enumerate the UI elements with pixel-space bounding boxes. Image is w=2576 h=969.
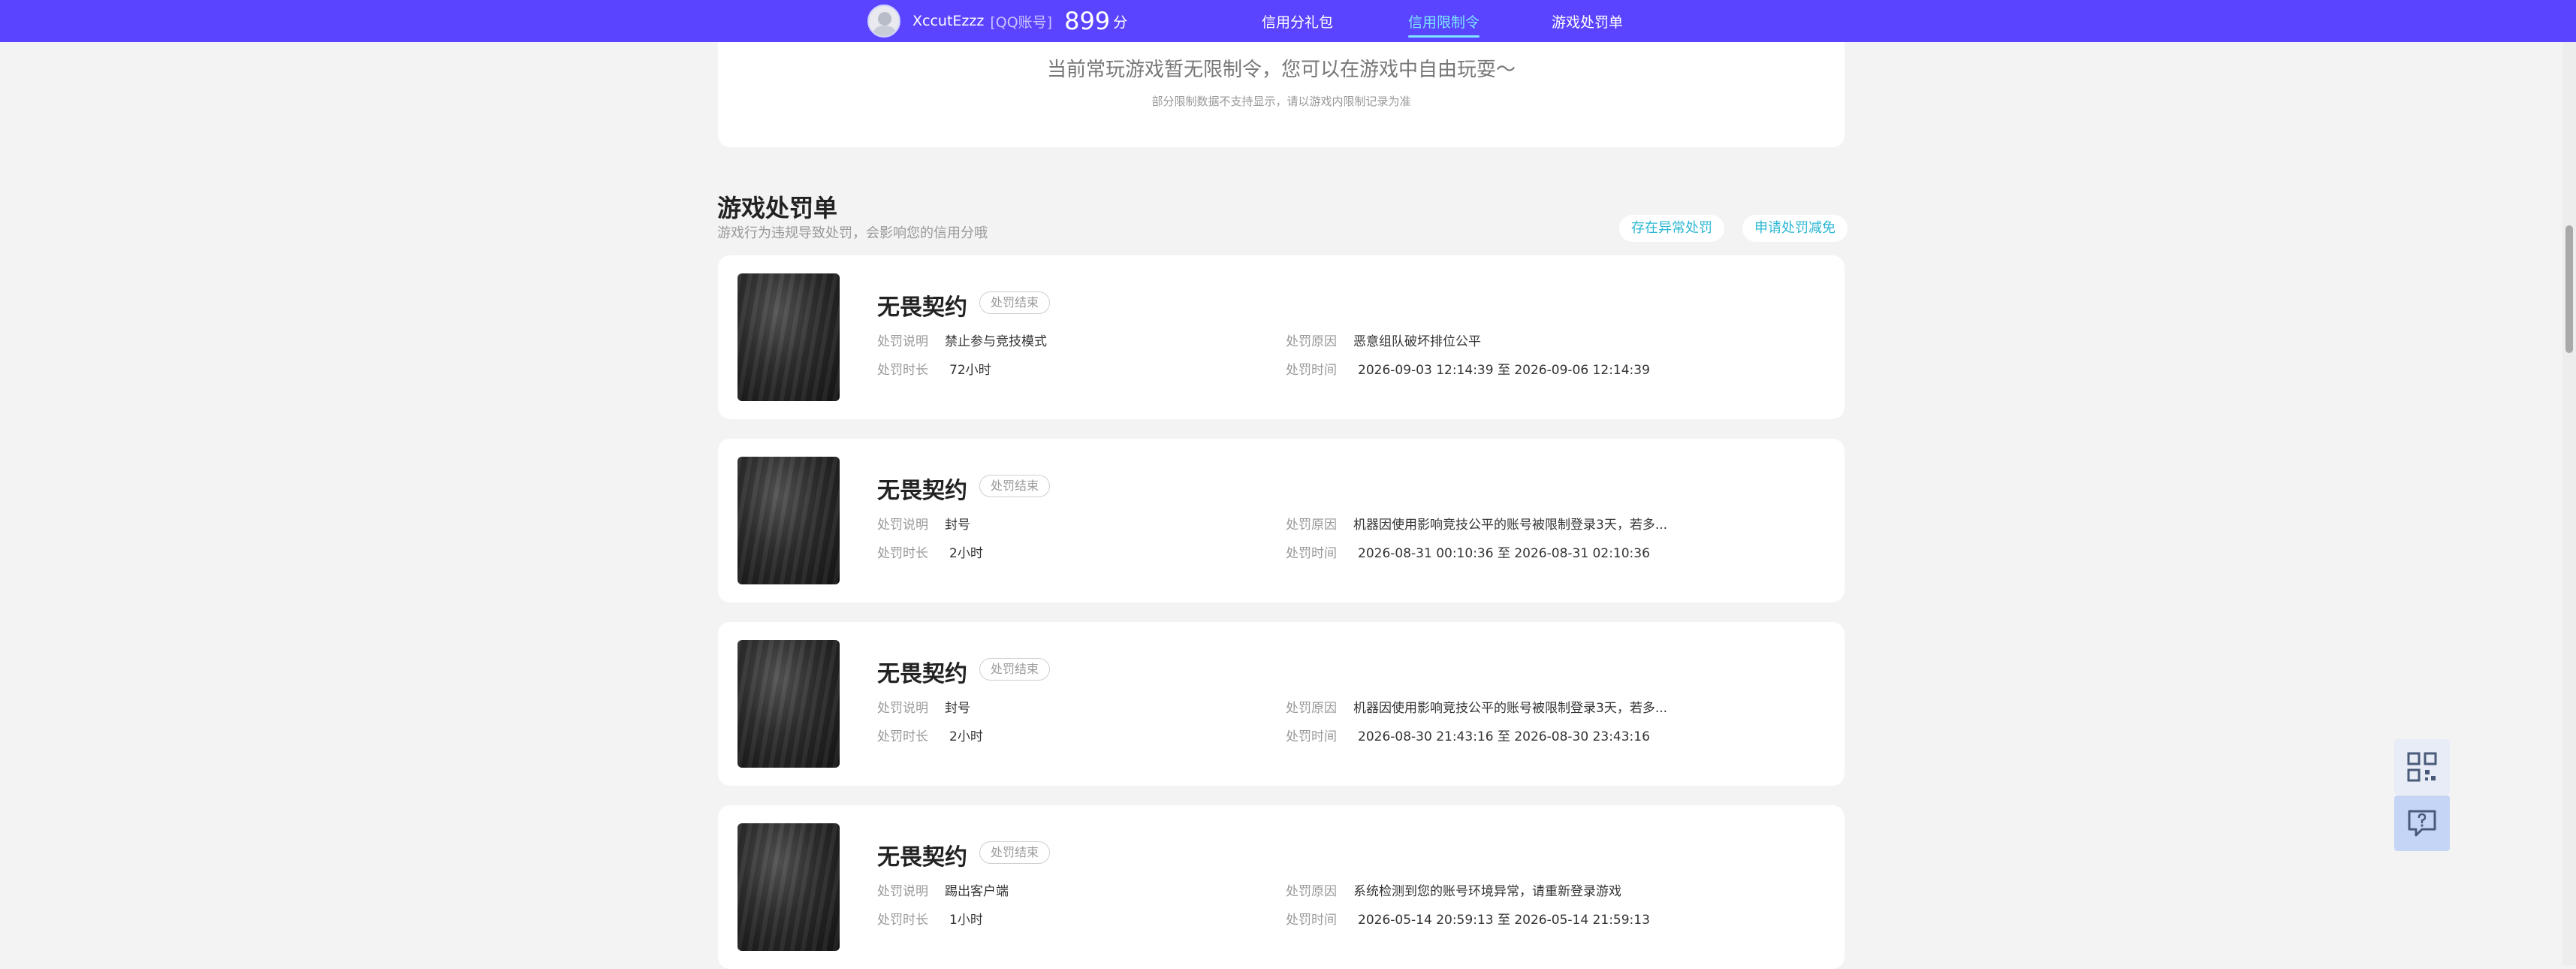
nav-credit-gift[interactable]: 信用分礼包 (1262, 0, 1333, 42)
time-label: 处罚时间 (1286, 729, 1337, 744)
time-value: 2026-09-03 12:14:39 至 2026-09-06 12:14:3… (1358, 363, 1650, 378)
reason-value: 机器因使用影响竞技公平的账号被限制登录3天，若多... (1353, 518, 1668, 533)
apply-penalty-reduction-button[interactable]: 申请处罚减免 (1742, 215, 1848, 242)
penalty-card[interactable]: 无畏契约 处罚结束 处罚说明 禁止参与竞技模式 处罚时长 72小时 处罚原因 恶… (718, 255, 1845, 419)
nav-game-penalty[interactable]: 游戏处罚单 (1552, 0, 1623, 42)
length-label: 处罚时长 (877, 363, 928, 378)
abnormal-penalty-button[interactable]: 存在异常处罚 (1619, 215, 1724, 242)
game-thumbnail (738, 823, 840, 951)
desc-value: 踢出客户端 (945, 884, 1009, 899)
nav-credit-restriction[interactable]: 信用限制令 (1408, 0, 1480, 42)
scrollbar-track[interactable] (2562, 42, 2576, 965)
status-badge: 处罚结束 (979, 658, 1051, 681)
length-value: 1小时 (949, 913, 983, 928)
help-button[interactable] (2394, 795, 2450, 851)
penalty-card[interactable]: 无畏契约 处罚结束 处罚说明 封号 处罚时长 2小时 处罚原因 机器因使用影响竞… (718, 439, 1845, 602)
length-value: 72小时 (949, 363, 991, 378)
time-value: 2026-05-14 20:59:13 至 2026-05-14 21:59:1… (1358, 913, 1650, 928)
username: XccutEzzz (912, 13, 985, 29)
help-chat-icon (2408, 810, 2436, 837)
desc-value: 封号 (945, 701, 970, 716)
length-value: 2小时 (949, 546, 983, 561)
length-value: 2小时 (949, 729, 983, 744)
user-info: XccutEzzz [QQ账号] 899 分 (867, 5, 1127, 38)
notice-sub-text: 部分限制数据不支持显示，请以游戏内限制记录为准 (1151, 95, 1411, 108)
reason-label: 处罚原因 (1286, 884, 1337, 899)
time-label: 处罚时间 (1286, 546, 1337, 561)
desc-label: 处罚说明 (877, 884, 928, 899)
section-subtitle: 游戏行为违规导致处罚，会影响您的信用分哦 (717, 225, 988, 241)
game-name: 无畏契约 (877, 844, 967, 871)
desc-label: 处罚说明 (877, 701, 928, 716)
game-thumbnail (738, 457, 840, 584)
qr-code-button[interactable] (2394, 739, 2450, 795)
game-thumbnail (738, 273, 840, 401)
credit-score-unit: 分 (1113, 14, 1128, 31)
status-badge: 处罚结束 (979, 841, 1051, 864)
reason-label: 处罚原因 (1286, 701, 1337, 716)
desc-label: 处罚说明 (877, 518, 928, 533)
time-label: 处罚时间 (1286, 363, 1337, 378)
game-name: 无畏契约 (877, 661, 967, 687)
account-type: [QQ账号] (990, 14, 1053, 31)
desc-label: 处罚说明 (877, 334, 928, 349)
desc-value: 禁止参与竞技模式 (945, 334, 1047, 349)
notice-main-text: 当前常玩游戏暂无限制令，您可以在游戏中自由玩耍～ (1046, 59, 1516, 81)
desc-value: 封号 (945, 518, 970, 533)
reason-value: 系统检测到您的账号环境异常，请重新登录游戏 (1353, 884, 1621, 899)
qr-code-icon (2407, 752, 2437, 782)
length-label: 处罚时长 (877, 546, 928, 561)
reason-value: 恶意组队破坏排位公平 (1353, 334, 1481, 349)
game-name: 无畏契约 (877, 478, 967, 504)
section-title: 游戏处罚单 (717, 194, 838, 222)
game-thumbnail (738, 640, 840, 768)
credit-score: 899 (1064, 7, 1111, 35)
scrollbar-thumb[interactable] (2565, 225, 2573, 353)
reason-label: 处罚原因 (1286, 334, 1337, 349)
penalty-card[interactable]: 无畏契约 处罚结束 处罚说明 踢出客户端 处罚时长 1小时 处罚原因 系统检测到… (718, 805, 1845, 969)
avatar[interactable] (867, 5, 900, 38)
restriction-notice-card: 当前常玩游戏暂无限制令，您可以在游戏中自由玩耍～ 部分限制数据不支持显示，请以游… (718, 42, 1845, 147)
time-label: 处罚时间 (1286, 913, 1337, 928)
reason-label: 处罚原因 (1286, 518, 1337, 533)
penalty-card[interactable]: 无畏契约 处罚结束 处罚说明 封号 处罚时长 2小时 处罚原因 机器因使用影响竞… (718, 622, 1845, 786)
reason-value: 机器因使用影响竞技公平的账号被限制登录3天，若多... (1353, 701, 1668, 716)
time-value: 2026-08-31 00:10:36 至 2026-08-31 02:10:3… (1358, 546, 1650, 561)
length-label: 处罚时长 (877, 913, 928, 928)
time-value: 2026-08-30 21:43:16 至 2026-08-30 23:43:1… (1358, 729, 1650, 744)
status-badge: 处罚结束 (979, 291, 1051, 314)
top-nav-bar: XccutEzzz [QQ账号] 899 分 信用分礼包 信用限制令 游戏处罚单 (0, 0, 2576, 42)
length-label: 处罚时长 (877, 729, 928, 744)
game-name: 无畏契约 (877, 294, 967, 321)
status-badge: 处罚结束 (979, 475, 1051, 497)
